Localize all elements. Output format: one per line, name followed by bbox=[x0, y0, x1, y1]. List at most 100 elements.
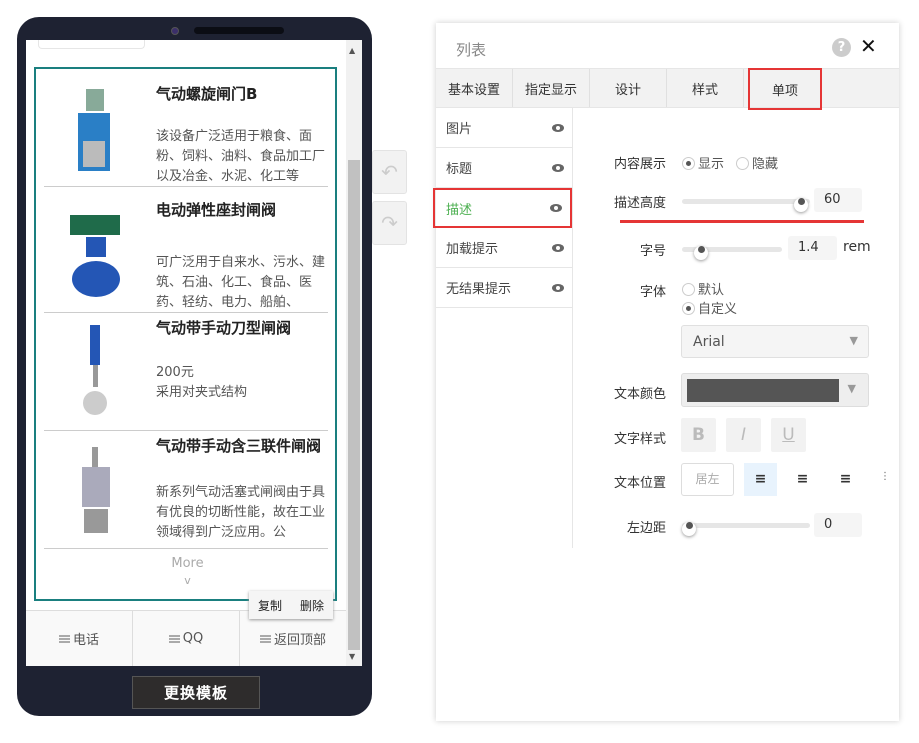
left-margin-label: 左边距 bbox=[626, 521, 666, 536]
text-color-picker[interactable]: ▼ bbox=[681, 373, 869, 407]
italic-button[interactable]: I bbox=[726, 418, 761, 452]
sidebar-label: 加载提示 bbox=[446, 242, 499, 257]
delete-button[interactable]: 删除 bbox=[300, 597, 324, 614]
product-title: 气动带手动含三联件闸阀 bbox=[156, 437, 322, 455]
item-sidebar: 图片 标题 描述 加载提示 无结果提示 bbox=[433, 108, 573, 548]
bold-button[interactable]: B bbox=[681, 418, 716, 452]
product-title: 电动弹性座封闸阀 bbox=[156, 201, 277, 219]
list-item[interactable]: 电动弹性座封闸阀 可广泛用于自来水、污水、建筑、石油、化工、食品、医药、轻纺、电… bbox=[44, 195, 328, 313]
eye-icon[interactable] bbox=[552, 243, 564, 252]
close-icon[interactable]: ✕ bbox=[860, 34, 877, 58]
scrollbar-thumb[interactable] bbox=[348, 160, 360, 650]
radio-label: 显示 bbox=[698, 157, 725, 172]
product-title: 气动带手动刀型闸阀 bbox=[156, 319, 292, 337]
show-radio[interactable]: 显示 bbox=[682, 153, 724, 172]
font-size-input[interactable]: 1.4 bbox=[788, 236, 837, 260]
footer-qq[interactable]: QQ bbox=[133, 611, 240, 666]
color-swatch bbox=[687, 379, 839, 402]
tab-display[interactable]: 指定显示 bbox=[513, 69, 590, 107]
menu-icon bbox=[168, 634, 180, 643]
product-price: 200元 bbox=[156, 365, 194, 380]
hide-radio[interactable]: 隐藏 bbox=[736, 153, 778, 172]
radio-icon bbox=[682, 157, 695, 170]
eye-icon[interactable] bbox=[552, 163, 564, 172]
copy-button[interactable]: 复制 bbox=[258, 597, 282, 614]
menu-icon bbox=[259, 634, 271, 643]
desc-height-slider[interactable] bbox=[682, 197, 810, 212]
list-item[interactable]: 气动带手动刀型闸阀 200元 采用对夹式结构 bbox=[44, 313, 328, 431]
product-list[interactable]: 气动螺旋闸门B 该设备广泛适用于粮食、面粉、饲料、油料、食品加工厂以及冶金、水泥… bbox=[34, 67, 337, 601]
footer-label: 返回顶部 bbox=[273, 633, 326, 648]
product-image bbox=[78, 89, 110, 171]
undo-icon[interactable]: ↶ bbox=[372, 150, 407, 194]
tab-basic[interactable]: 基本设置 bbox=[436, 69, 513, 107]
radio-icon bbox=[682, 302, 695, 315]
left-margin-slider[interactable] bbox=[682, 521, 810, 536]
desc-height-input[interactable]: 60 bbox=[814, 188, 862, 212]
text-color-label: 文本颜色 bbox=[613, 387, 666, 402]
product-image bbox=[70, 215, 120, 297]
chevron-down-icon[interactable]: v bbox=[36, 574, 339, 587]
help-icon[interactable]: ? bbox=[832, 38, 851, 57]
font-select[interactable]: Arial ▼ bbox=[681, 325, 869, 358]
product-desc: 该设备广泛适用于粮食、面粉、饲料、油料、食品加工厂以及冶金、水泥、化工等 bbox=[156, 129, 326, 184]
align-right-icon[interactable]: ≡ bbox=[829, 463, 862, 496]
desc-height-label: 描述高度 bbox=[613, 196, 666, 211]
phone-preview: 气动螺旋闸门B 该设备广泛适用于粮食、面粉、饲料、油料、食品加工厂以及冶金、水泥… bbox=[17, 17, 372, 716]
sidebar-label: 无结果提示 bbox=[446, 282, 512, 297]
align-left-icon[interactable]: ≡ bbox=[744, 463, 777, 496]
align-center-icon[interactable]: ≡ bbox=[786, 463, 819, 496]
radio-icon bbox=[736, 157, 749, 170]
radio-label: 默认 bbox=[698, 283, 725, 298]
more-options-icon[interactable]: ⋮ bbox=[880, 471, 890, 482]
tab-style[interactable]: 样式 bbox=[667, 69, 744, 107]
camera bbox=[171, 27, 179, 35]
sidebar-item-title[interactable]: 标题 bbox=[436, 148, 572, 188]
footer-label: QQ bbox=[182, 631, 204, 646]
product-desc: 可广泛用于自来水、污水、建筑、石油、化工、食品、医药、轻纺、电力、船舶、 bbox=[156, 255, 326, 310]
panel-title: 列表 bbox=[456, 41, 487, 59]
left-margin-input[interactable]: 0 bbox=[814, 513, 862, 537]
highlight-underline bbox=[620, 220, 864, 223]
sidebar-label: 图片 bbox=[446, 122, 473, 137]
tab-single-item[interactable]: 单项 bbox=[748, 68, 822, 110]
custom-font-radio[interactable]: 自定义 bbox=[682, 298, 737, 317]
align-left-text-button[interactable]: 居左 bbox=[681, 463, 734, 496]
underline-button[interactable]: U bbox=[771, 418, 806, 452]
scroll-down-icon[interactable]: ▼ bbox=[349, 652, 355, 661]
swap-template-button[interactable]: 更换模板 bbox=[132, 676, 260, 709]
speaker bbox=[194, 27, 284, 34]
list-item[interactable]: 气动带手动含三联件闸阀 新系列气动活塞式闸阀由于具有优良的切断性能，故在工业领域… bbox=[44, 431, 328, 549]
product-title: 气动螺旋闸门B bbox=[156, 85, 258, 103]
font-size-slider[interactable] bbox=[682, 245, 782, 260]
scroll-up-icon[interactable]: ▲ bbox=[349, 46, 355, 55]
item-actions: 复制 删除 bbox=[249, 591, 333, 619]
footer-back-to-top[interactable]: 返回顶部 bbox=[240, 611, 346, 666]
redo-icon[interactable]: ↷ bbox=[372, 201, 407, 245]
list-item[interactable]: 气动螺旋闸门B 该设备广泛适用于粮食、面粉、饲料、油料、食品加工厂以及冶金、水泥… bbox=[44, 69, 328, 187]
product-image bbox=[82, 447, 110, 533]
footer-label: 电话 bbox=[72, 633, 99, 648]
product-desc: 新系列气动活塞式闸阀由于具有优良的切断性能，故在工业领域得到广泛应用。公 bbox=[156, 485, 326, 540]
tab-design[interactable]: 设计 bbox=[590, 69, 667, 107]
font-size-label: 字号 bbox=[639, 244, 666, 259]
sidebar-item-description[interactable]: 描述 bbox=[433, 188, 572, 228]
eye-icon[interactable] bbox=[552, 123, 564, 132]
footer-phone[interactable]: 电话 bbox=[26, 611, 133, 666]
eye-icon[interactable] bbox=[552, 283, 564, 292]
more-link[interactable]: More bbox=[36, 556, 339, 571]
eye-icon[interactable] bbox=[550, 204, 562, 212]
sidebar-item-no-result[interactable]: 无结果提示 bbox=[436, 268, 572, 308]
phone-screen: 气动螺旋闸门B 该设备广泛适用于粮食、面粉、饲料、油料、食品加工厂以及冶金、水泥… bbox=[26, 40, 362, 666]
text-style-label: 文字样式 bbox=[613, 432, 666, 447]
radio-label: 自定义 bbox=[698, 302, 738, 317]
sidebar-item-loading[interactable]: 加载提示 bbox=[436, 228, 572, 268]
default-font-radio[interactable]: 默认 bbox=[682, 279, 724, 298]
sidebar-label: 标题 bbox=[446, 162, 473, 177]
menu-icon bbox=[58, 634, 70, 643]
content-display-label: 内容展示 bbox=[613, 157, 666, 172]
product-image bbox=[83, 325, 107, 415]
tab-bar: 基本设置 指定显示 设计 样式 单项 bbox=[436, 68, 899, 110]
sidebar-item-image[interactable]: 图片 bbox=[436, 108, 572, 148]
radio-label: 隐藏 bbox=[752, 157, 779, 172]
